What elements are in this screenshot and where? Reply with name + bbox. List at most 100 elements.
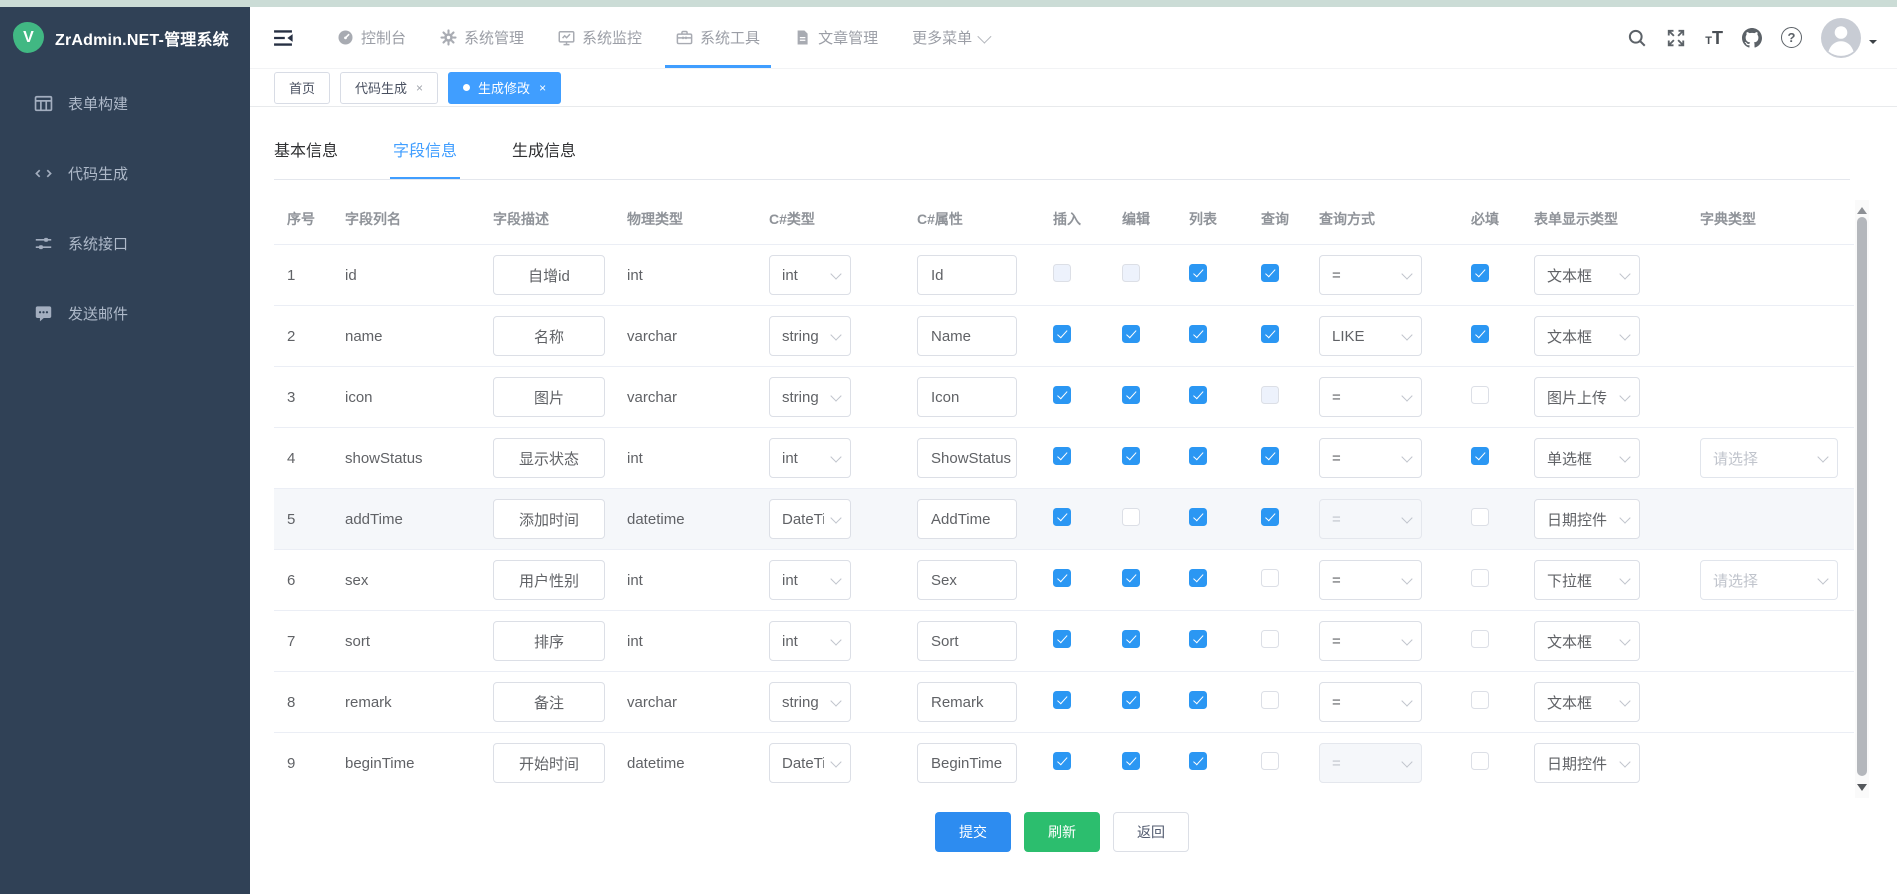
display-type-select[interactable]: 图片上传 (1534, 377, 1640, 417)
back-button[interactable]: 返回 (1113, 812, 1189, 852)
query-type-select[interactable]: = (1319, 377, 1422, 417)
close-icon[interactable]: × (539, 81, 546, 95)
sidebar-item-系统接口[interactable]: 系统接口 (0, 208, 250, 278)
csharp-property-input[interactable]: ShowStatus (917, 438, 1017, 478)
required-checkbox[interactable] (1471, 508, 1489, 526)
github-icon[interactable] (1742, 28, 1762, 48)
csharp-type-select[interactable]: string (769, 682, 851, 722)
tab-基本信息[interactable]: 基本信息 (274, 137, 338, 179)
insert-checkbox-checked[interactable] (1053, 691, 1071, 709)
required-checkbox[interactable] (1471, 630, 1489, 648)
topnav-item-系统管理[interactable]: 系统管理 (423, 7, 541, 68)
sidebar-item-表单构建[interactable]: 表单构建 (0, 68, 250, 138)
list-checkbox-checked[interactable] (1189, 386, 1207, 404)
insert-checkbox-checked[interactable] (1053, 630, 1071, 648)
edit-checkbox-checked[interactable] (1122, 752, 1140, 770)
required-checkbox-checked[interactable] (1471, 264, 1489, 282)
csharp-property-input[interactable]: AddTime (917, 499, 1017, 539)
display-type-select[interactable]: 文本框 (1534, 316, 1640, 356)
search-icon[interactable] (1627, 28, 1647, 48)
insert-checkbox-checked[interactable] (1053, 325, 1071, 343)
csharp-type-select[interactable]: string (769, 377, 851, 417)
required-checkbox[interactable] (1471, 569, 1489, 587)
insert-checkbox-checked[interactable] (1053, 569, 1071, 587)
scrollbar-down-arrow[interactable] (1857, 784, 1867, 796)
close-icon[interactable]: × (416, 81, 423, 95)
query-checkbox[interactable] (1261, 752, 1279, 770)
insert-checkbox-checked[interactable] (1053, 386, 1071, 404)
tab-字段信息[interactable]: 字段信息 (393, 137, 457, 179)
display-type-select[interactable]: 日期控件 (1534, 499, 1640, 539)
csharp-property-input[interactable]: Remark (917, 682, 1017, 722)
fullscreen-icon[interactable] (1666, 28, 1686, 48)
topnav-item-文章管理[interactable]: 文章管理 (777, 7, 895, 68)
edit-checkbox-checked[interactable] (1122, 386, 1140, 404)
vertical-scrollbar[interactable] (1855, 200, 1869, 798)
list-checkbox-checked[interactable] (1189, 752, 1207, 770)
field-description-input[interactable]: 显示状态 (493, 438, 605, 478)
list-checkbox-checked[interactable] (1189, 630, 1207, 648)
list-checkbox-checked[interactable] (1189, 508, 1207, 526)
csharp-type-select[interactable]: string (769, 316, 851, 356)
scrollbar-thumb[interactable] (1857, 217, 1867, 776)
submit-button[interactable]: 提交 (935, 812, 1011, 852)
csharp-type-select[interactable]: int (769, 438, 851, 478)
tab-生成信息[interactable]: 生成信息 (512, 137, 576, 179)
insert-checkbox-checked[interactable] (1053, 447, 1071, 465)
query-type-select[interactable]: = (1319, 682, 1422, 722)
edit-checkbox-checked[interactable] (1122, 325, 1140, 343)
csharp-type-select[interactable]: DateTime (769, 743, 851, 783)
csharp-type-select[interactable]: int (769, 255, 851, 295)
field-description-input[interactable]: 用户性别 (493, 560, 605, 600)
list-checkbox-checked[interactable] (1189, 447, 1207, 465)
csharp-type-select[interactable]: int (769, 621, 851, 661)
topnav-item-控制台[interactable]: 控制台 (320, 7, 423, 68)
insert-checkbox-checked[interactable] (1053, 508, 1071, 526)
list-checkbox-checked[interactable] (1189, 691, 1207, 709)
query-type-select[interactable]: = (1319, 255, 1422, 295)
insert-checkbox-checked[interactable] (1053, 752, 1071, 770)
query-checkbox-checked[interactable] (1261, 508, 1279, 526)
query-checkbox[interactable] (1261, 569, 1279, 587)
query-checkbox[interactable] (1261, 691, 1279, 709)
field-description-input[interactable]: 名称 (493, 316, 605, 356)
list-checkbox-checked[interactable] (1189, 569, 1207, 587)
sidebar-item-代码生成[interactable]: 代码生成 (0, 138, 250, 208)
query-checkbox-checked[interactable] (1261, 447, 1279, 465)
query-type-select[interactable]: = (1319, 621, 1422, 661)
query-checkbox[interactable] (1261, 630, 1279, 648)
list-checkbox-checked[interactable] (1189, 264, 1207, 282)
csharp-property-input[interactable]: Sex (917, 560, 1017, 600)
csharp-property-input[interactable]: Id (917, 255, 1017, 295)
csharp-type-select[interactable]: int (769, 560, 851, 600)
font-size-icon[interactable]: TT (1705, 29, 1723, 47)
query-checkbox-checked[interactable] (1261, 325, 1279, 343)
sidebar-fold-icon[interactable] (272, 26, 296, 50)
topnav-item-系统工具[interactable]: 系统工具 (659, 7, 777, 68)
field-description-input[interactable]: 开始时间 (493, 743, 605, 783)
field-description-input[interactable]: 添加时间 (493, 499, 605, 539)
edit-checkbox-checked[interactable] (1122, 630, 1140, 648)
topnav-item-系统监控[interactable]: 系统监控 (541, 7, 659, 68)
csharp-type-select[interactable]: DateTime (769, 499, 851, 539)
display-type-select[interactable]: 单选框 (1534, 438, 1640, 478)
page-tab-首页[interactable]: 首页 (274, 72, 330, 104)
list-checkbox-checked[interactable] (1189, 325, 1207, 343)
required-checkbox-checked[interactable] (1471, 325, 1489, 343)
display-type-select[interactable]: 文本框 (1534, 255, 1640, 295)
refresh-button[interactable]: 刷新 (1024, 812, 1100, 852)
edit-checkbox[interactable] (1122, 508, 1140, 526)
query-type-select[interactable]: = (1319, 438, 1422, 478)
required-checkbox-checked[interactable] (1471, 447, 1489, 465)
field-description-input[interactable]: 图片 (493, 377, 605, 417)
field-description-input[interactable]: 备注 (493, 682, 605, 722)
dict-type-select[interactable]: 请选择 (1700, 560, 1838, 600)
required-checkbox[interactable] (1471, 752, 1489, 770)
edit-checkbox-checked[interactable] (1122, 447, 1140, 465)
sidebar-item-发送邮件[interactable]: 发送邮件 (0, 278, 250, 348)
topnav-item-更多菜单[interactable]: 更多菜单 (895, 7, 1005, 68)
query-checkbox-checked[interactable] (1261, 264, 1279, 282)
edit-checkbox-checked[interactable] (1122, 691, 1140, 709)
help-icon[interactable]: ? (1781, 27, 1802, 48)
page-tab-生成修改[interactable]: 生成修改× (448, 72, 561, 104)
